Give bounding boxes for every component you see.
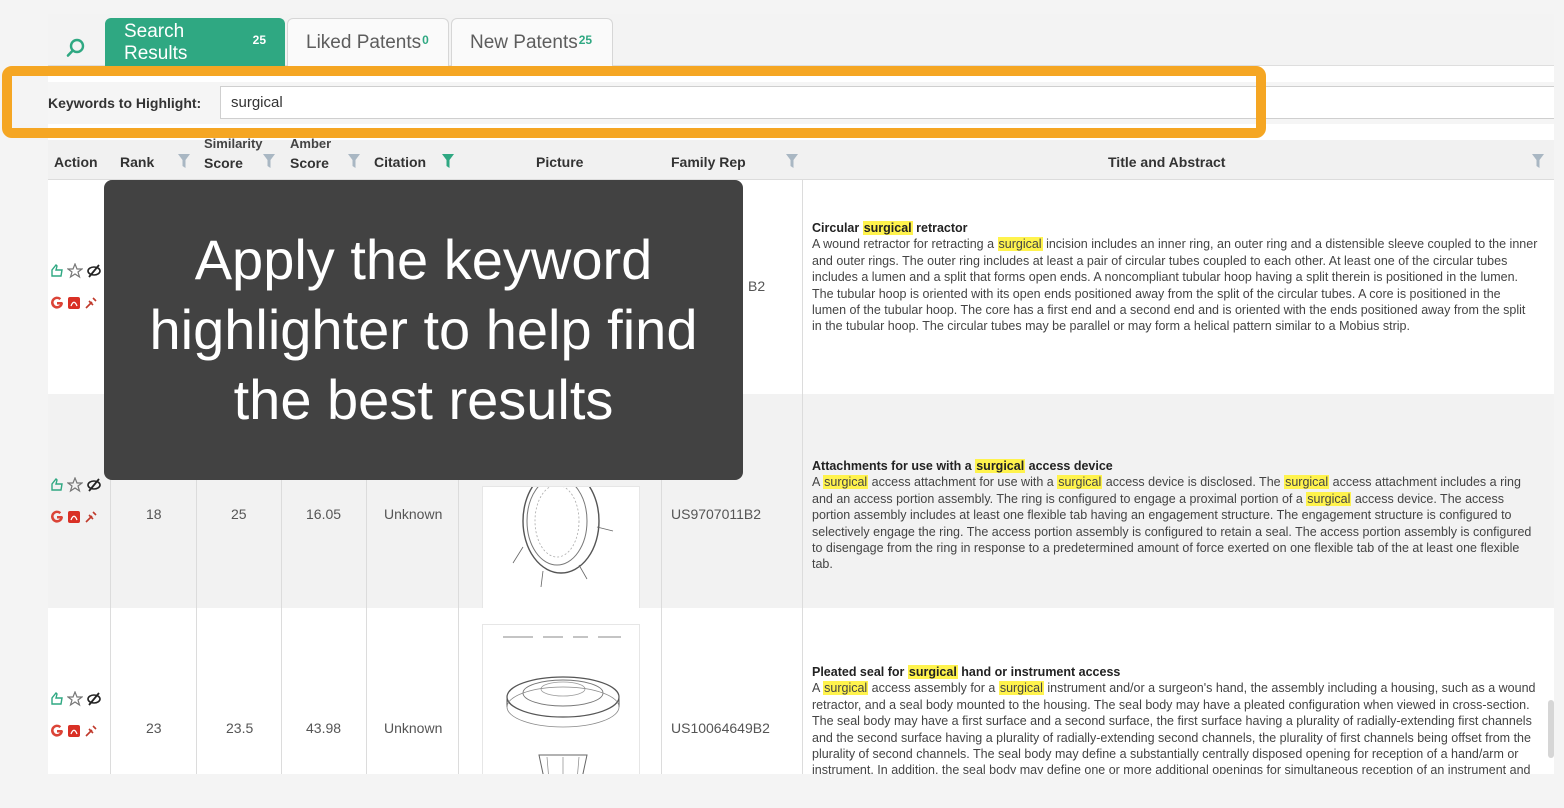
row-actions (50, 690, 102, 740)
tools-icon[interactable] (84, 724, 98, 738)
pdf-icon[interactable] (67, 510, 81, 524)
like-icon[interactable] (50, 264, 64, 278)
col-family-rep[interactable]: Family Rep (671, 154, 746, 170)
patent-drawing[interactable] (482, 468, 640, 614)
title-abstract: Attachments for use with a surgical acce… (812, 458, 1538, 573)
tab-liked-patents[interactable]: Liked Patents 0 (287, 18, 449, 66)
col-amber-top: Amber (290, 136, 332, 151)
like-icon[interactable] (50, 692, 64, 706)
google-icon[interactable] (50, 296, 64, 310)
col-similarity[interactable]: Score (204, 155, 243, 171)
amber-value: 16.05 (306, 506, 342, 522)
col-picture: Picture (536, 154, 584, 170)
hide-icon[interactable] (86, 692, 102, 706)
filter-icon[interactable] (348, 154, 360, 168)
search-icon[interactable] (66, 38, 86, 58)
filter-icon[interactable] (263, 154, 275, 168)
tab-label: Liked Patents (306, 31, 422, 53)
tab-count: 25 (252, 32, 266, 47)
scrollbar[interactable] (1548, 700, 1554, 758)
page: Search Results 25 Liked Patents 0 New Pate… (0, 0, 1564, 808)
patent-title[interactable]: Attachments for use with a surgical acce… (812, 458, 1538, 474)
similarity-value: 25 (231, 506, 247, 522)
col-similarity-top: Similarity (204, 136, 263, 151)
keyword-label: Keywords to Highlight: (48, 95, 202, 111)
patent-abstract: A wound retractor for retracting a surgi… (812, 237, 1538, 334)
filter-icon[interactable] (178, 154, 190, 168)
tip-overlay: Apply the keyword highlighter to help fi… (104, 180, 743, 480)
rank-value: 23 (146, 720, 162, 736)
filter-icon-active[interactable] (442, 154, 454, 168)
keyword-row: Keywords to Highlight: (48, 82, 1554, 124)
star-icon[interactable] (67, 263, 83, 279)
table-row: 23 23.5 43.98 Unknown US10064649B2 Pleat… (48, 608, 1554, 774)
patent-drawing-image (512, 468, 614, 588)
tab-count: 25 (578, 32, 593, 47)
col-action: Action (54, 154, 98, 170)
patent-title[interactable]: Circular surgical retractor (812, 220, 1538, 236)
family-rep-value[interactable]: US9707011B2 (671, 506, 761, 522)
family-rep-value[interactable]: US10064649B2 (671, 720, 770, 736)
pdf-icon[interactable] (67, 296, 81, 310)
row-actions (50, 476, 102, 526)
column-divider (802, 180, 803, 774)
filter-icon[interactable] (786, 154, 798, 168)
google-icon[interactable] (50, 724, 64, 738)
patent-abstract: A surgical access assembly for a surgica… (812, 681, 1536, 774)
keyword-input[interactable] (220, 86, 1554, 119)
tools-icon[interactable] (84, 510, 98, 524)
tab-label: Search Results (124, 20, 188, 64)
table-header: Action Rank Similarity Score Amber Score… (48, 136, 1554, 180)
title-abstract: Circular surgical retractor A wound retr… (812, 220, 1538, 335)
google-icon[interactable] (50, 510, 64, 524)
star-icon[interactable] (67, 691, 83, 707)
tab-count: 0 (422, 32, 429, 47)
title-abstract: Pleated seal for surgical hand or instru… (812, 664, 1538, 774)
col-citation[interactable]: Citation (374, 154, 426, 170)
like-icon[interactable] (50, 478, 64, 492)
tab-search-results[interactable]: Search Results 25 (105, 18, 285, 66)
tab-new-patents[interactable]: New Patents 25 (451, 18, 613, 66)
rank-value: 18 (146, 506, 162, 522)
citation-value: Unknown (384, 720, 443, 736)
patent-abstract: A surgical access attachment for use wit… (812, 475, 1532, 572)
tab-bar: Search Results 25 Liked Patents 0 New Pate… (48, 14, 1554, 66)
patent-title[interactable]: Pleated seal for surgical hand or instru… (812, 664, 1538, 680)
amber-value: 43.98 (306, 720, 342, 736)
similarity-value: 23.5 (226, 720, 254, 736)
tab-label: New Patents (470, 31, 578, 53)
col-amber[interactable]: Score (290, 155, 329, 171)
patent-drawing-image (503, 636, 621, 774)
patent-drawing[interactable] (482, 624, 640, 774)
hide-icon[interactable] (86, 478, 102, 492)
citation-value: Unknown (384, 506, 443, 522)
pdf-icon[interactable] (67, 724, 81, 738)
family-rep-value[interactable]: B2 (748, 278, 765, 294)
row-actions (50, 262, 102, 312)
col-title-abstract: Title and Abstract (1108, 154, 1226, 170)
star-icon[interactable] (67, 477, 83, 493)
tools-icon[interactable] (84, 296, 98, 310)
filter-icon[interactable] (1532, 154, 1544, 168)
hide-icon[interactable] (86, 264, 102, 278)
col-rank[interactable]: Rank (120, 154, 154, 170)
tip-text: Apply the keyword highlighter to help fi… (149, 228, 698, 431)
